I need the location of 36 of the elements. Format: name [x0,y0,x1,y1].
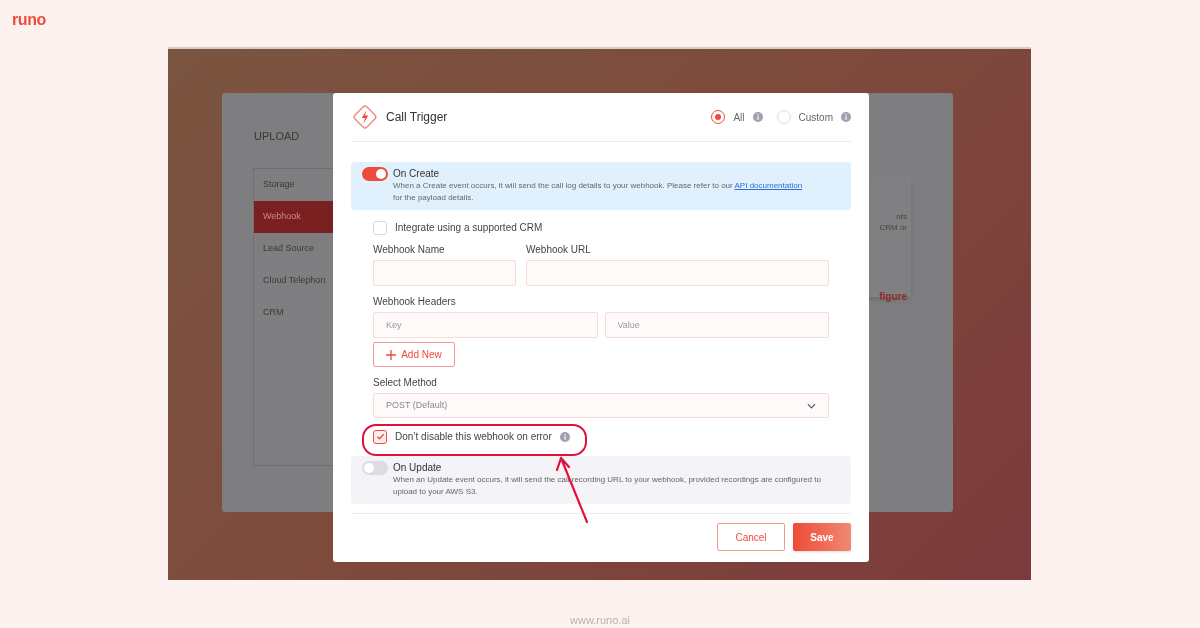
webhook-url-field[interactable] [526,260,829,286]
info-icon[interactable] [841,112,851,122]
info-icon[interactable] [752,112,763,122]
toggle-switch[interactable] [362,167,388,181]
chevron-down-icon [807,402,816,409]
toggle-switch[interactable] [362,461,388,475]
cancel-button[interactable]: Cancel [717,523,785,551]
field-label: Webhook Name [373,244,446,256]
add-new-button[interactable]: Add New [373,342,455,367]
radio-label: Custom [798,110,833,125]
method-select[interactable]: POST (Default) [373,393,829,418]
plus-icon [386,349,397,360]
header-key-field[interactable]: Key [373,312,598,338]
website-url: www.runo.ai [570,613,630,628]
checkmark-icon [375,432,385,441]
api-documentation-link[interactable]: API documentation [734,181,803,190]
header-value-field[interactable]: Value [604,312,829,338]
trigger-description: When an Update event occurs, it will send the call recording URL to your webhook, provided recordings are configured to upload to your AWS S3. [393,474,822,498]
checkbox[interactable] [373,429,387,444]
info-icon[interactable] [559,431,570,442]
webhook-name-field[interactable] [373,260,516,286]
checkbox-label: Don’t disable this webhook on error [395,430,552,444]
trigger-title: On Create [393,167,441,180]
radio-label: All [733,110,745,125]
lightning-icon [351,103,379,131]
save-button[interactable]: Save [793,523,851,551]
brand-logo: runo [12,11,46,28]
trigger-description: When a Create event occurs, it will send the call log details to your webhook. Please refer to our API documentation for the payload details. [393,180,804,204]
field-label: Webhook URL [526,244,592,256]
tab[interactable]: UPLOAD [254,130,300,142]
checkbox-label: Integrate using a supported CRM [395,221,543,235]
configure-link[interactable]: figure [879,289,907,304]
field-label: Select Method [373,377,438,389]
field-label: Webhook Headers [373,296,457,308]
dialog-title: Call Trigger [386,109,448,126]
trigger-title: On Update [393,461,443,474]
